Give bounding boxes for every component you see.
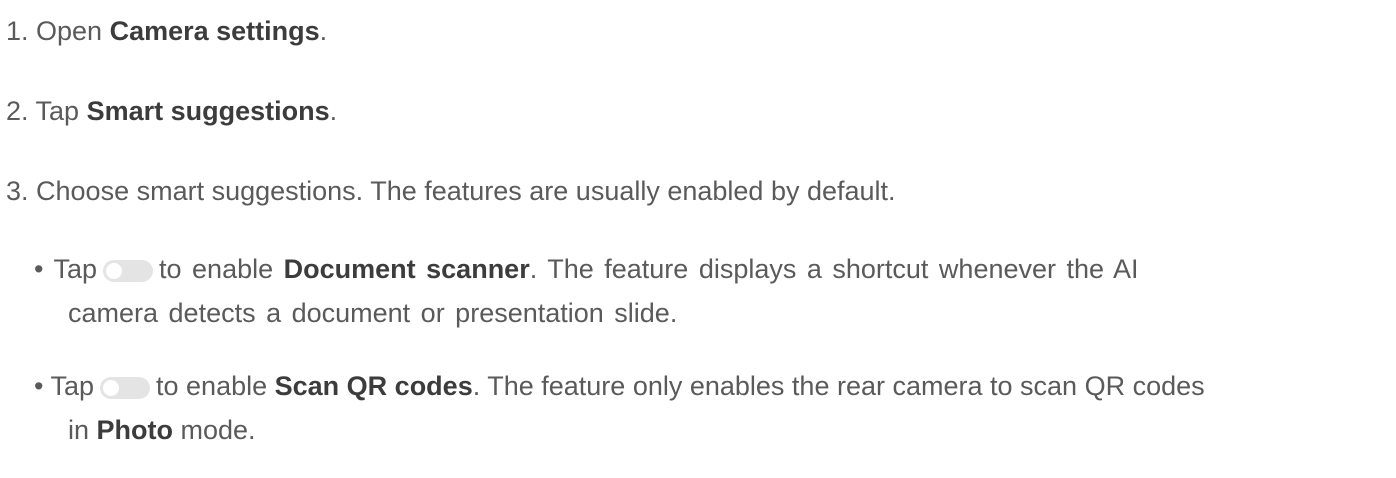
- toggle-switch-off-icon: [103, 260, 154, 282]
- bullet-1-line-1: • Tap to enable Document scanner. The fea…: [34, 247, 1364, 291]
- bullet-marker: •: [34, 371, 44, 401]
- step-1-suffix: .: [319, 16, 328, 46]
- bullet-1-rest: . The feature displays a shortcut whenev…: [529, 254, 1139, 284]
- step-2-bold: Smart suggestions: [86, 96, 330, 126]
- bullet-document-scanner: • Tap to enable Document scanner. The fea…: [34, 247, 1364, 335]
- bullet-2-line-2-prefix: in: [68, 415, 97, 445]
- bullet-1-line-2: camera detects a document or presentatio…: [68, 298, 678, 328]
- step-3: 3. Choose smart suggestions. The feature…: [6, 174, 896, 208]
- bullet-2-bold: Scan QR codes: [274, 371, 473, 401]
- step-1-prefix: 1. Open: [6, 16, 110, 46]
- bullet-marker: •: [34, 254, 44, 284]
- bullet-2-lead: Tap: [50, 371, 95, 401]
- bullet-2-line-2-suffix: mode.: [173, 415, 256, 445]
- step-2: 2. Tap Smart suggestions.: [6, 94, 337, 128]
- step-1-bold: Camera settings: [109, 16, 320, 46]
- bullet-2-line-2: in Photo mode.: [34, 408, 1364, 452]
- step-2-prefix: 2. Tap: [6, 96, 87, 126]
- step-2-suffix: .: [329, 96, 338, 126]
- bullet-2-line-1: • Tap to enable Scan QR codes. The featur…: [34, 364, 1364, 408]
- bullet-2-rest: . The feature only enables the rear came…: [472, 371, 1205, 401]
- bullet-scan-qr-codes: • Tap to enable Scan QR codes. The featur…: [34, 364, 1364, 452]
- bullet-1-bold: Document scanner: [283, 254, 530, 284]
- step-3-text: 3. Choose smart suggestions. The feature…: [6, 176, 896, 206]
- toggle-knob: [103, 380, 120, 396]
- bullet-2-mid: to enable: [156, 371, 268, 401]
- step-1: 1. Open Camera settings.: [6, 14, 327, 48]
- toggle-switch-off-icon: [100, 377, 151, 399]
- bullet-1-mid: to enable: [159, 254, 274, 284]
- bullet-1-lead: Tap: [53, 254, 98, 284]
- toggle-knob: [106, 263, 123, 279]
- bullet-2-line-2-bold: Photo: [96, 415, 174, 445]
